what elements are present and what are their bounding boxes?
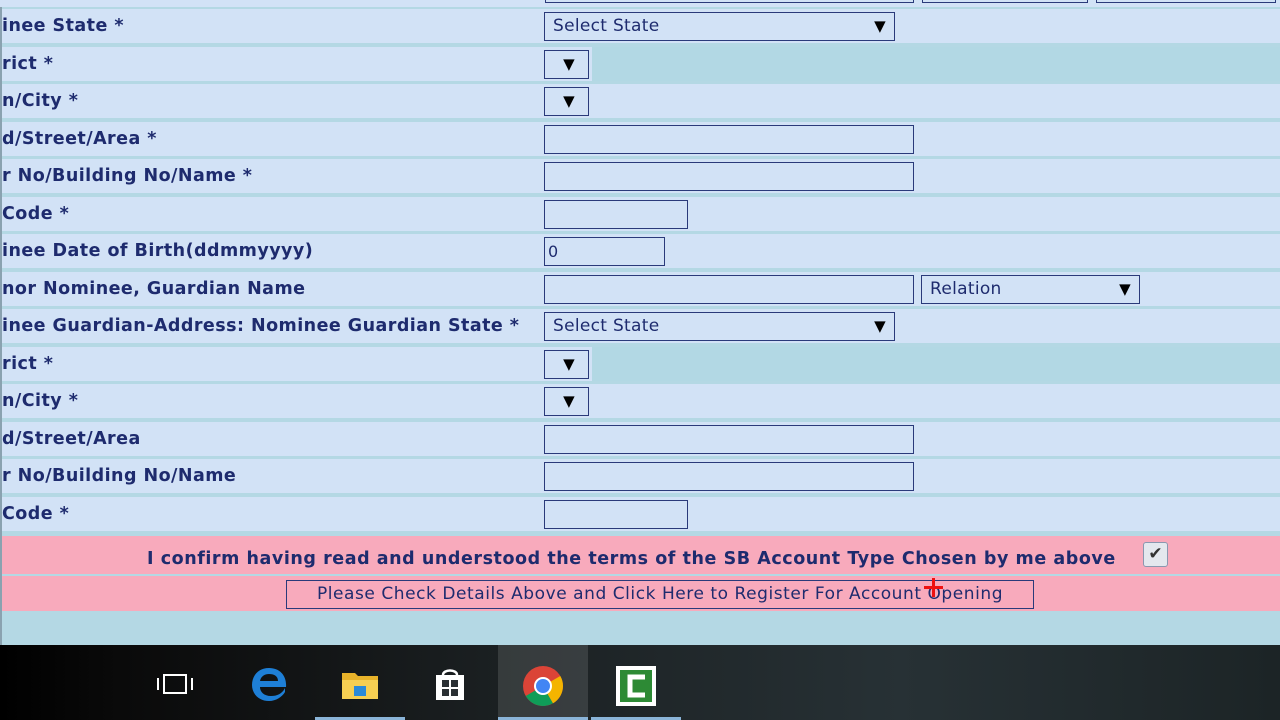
dropdown-arrow-icon: ▼ <box>1119 280 1131 298</box>
pin-code-input[interactable] <box>544 200 688 229</box>
form-row-guardian-name: nor Nominee, Guardian Name Relation ▼ <box>2 272 1280 306</box>
door-building-label: r No/Building No/Name * <box>2 166 253 186</box>
dropdown-arrow-icon: ▼ <box>874 317 886 335</box>
dropdown-arrow-icon: ▼ <box>563 92 575 110</box>
guardian-road-street-area-input[interactable] <box>544 425 914 454</box>
nominee-state-label: inee State * <box>2 16 124 36</box>
form-row-guardian-town-city: n/City * ▼ <box>2 384 1280 418</box>
dropdown-arrow-icon: ▼ <box>563 55 575 73</box>
register-row: Please Check Details Above and Click Her… <box>2 576 1280 611</box>
task-view-icon <box>157 674 193 694</box>
top-partial-row <box>0 0 1280 7</box>
form-row-district: rict * ▼ <box>2 47 1280 81</box>
door-building-input[interactable] <box>544 162 914 191</box>
camtasia-icon <box>616 666 656 706</box>
form-row-guardian-door-building: r No/Building No/Name <box>2 459 1280 493</box>
confirm-row: I confirm having read and understood the… <box>2 536 1280 574</box>
store-button[interactable] <box>405 645 495 720</box>
mouse-cursor-icon <box>924 578 943 597</box>
guardian-district-select[interactable]: ▼ <box>544 350 589 379</box>
road-street-area-label: d/Street/Area * <box>2 129 157 149</box>
road-street-area-input[interactable] <box>544 125 914 154</box>
nominee-dob-input[interactable]: 0 <box>544 237 665 266</box>
town-city-select[interactable]: ▼ <box>544 87 589 116</box>
form-row-road-street-area: d/Street/Area * <box>2 122 1280 156</box>
form-row-guardian-road-street-area: d/Street/Area <box>2 422 1280 456</box>
file-explorer-icon <box>342 673 378 699</box>
guardian-name-input[interactable] <box>544 275 914 304</box>
bank-form-page: inee State * Select State ▼ rict * ▼ n/C… <box>0 0 1280 645</box>
windows-taskbar <box>0 645 1280 720</box>
guardian-town-city-label: n/City * <box>2 391 79 411</box>
guardian-door-building-input[interactable] <box>544 462 914 491</box>
town-city-label: n/City * <box>2 91 79 111</box>
guardian-state-select[interactable]: Select State ▼ <box>544 312 895 341</box>
edge-icon <box>252 668 287 701</box>
dropdown-arrow-icon: ▼ <box>563 355 575 373</box>
guardian-district-label: rict * <box>2 354 54 374</box>
district-select[interactable]: ▼ <box>544 50 589 79</box>
guardian-town-city-select[interactable]: ▼ <box>544 387 589 416</box>
nominee-dob-label: inee Date of Birth(ddmmyyyy) <box>2 241 314 261</box>
select-value: Select State <box>553 16 660 36</box>
nominee-state-select[interactable]: Select State ▼ <box>544 12 895 41</box>
chrome-icon <box>523 666 563 706</box>
relation-select[interactable]: Relation ▼ <box>921 275 1140 304</box>
guardian-name-label: nor Nominee, Guardian Name <box>2 279 306 299</box>
camtasia-button[interactable] <box>591 645 681 720</box>
form-row-nominee-dob: inee Date of Birth(ddmmyyyy) 0 <box>2 234 1280 268</box>
select-value: Relation <box>930 279 1002 299</box>
task-view-button[interactable] <box>130 645 220 720</box>
edge-button[interactable] <box>224 645 314 720</box>
guardian-pin-code-label: Code * <box>2 504 70 524</box>
form-row-guardian-district: rict * ▼ <box>2 347 1280 381</box>
guardian-state-label: inee Guardian-Address: Nominee Guardian … <box>2 316 520 336</box>
chrome-button[interactable] <box>498 645 588 720</box>
confirm-terms-checkbox[interactable]: ✔ <box>1143 542 1168 567</box>
select-value: Select State <box>553 316 660 336</box>
district-label: rict * <box>2 54 54 74</box>
form-row-door-building: r No/Building No/Name * <box>2 159 1280 193</box>
form-row-nominee-state: inee State * Select State ▼ <box>2 9 1280 43</box>
file-explorer-button[interactable] <box>315 645 405 720</box>
partial-input[interactable] <box>545 0 914 3</box>
guardian-pin-code-input[interactable] <box>544 500 688 529</box>
dropdown-arrow-icon: ▼ <box>563 392 575 410</box>
form-row-guardian-state: inee Guardian-Address: Nominee Guardian … <box>2 309 1280 343</box>
form-row-pin-code: Code * <box>2 197 1280 231</box>
partial-input[interactable] <box>1096 0 1276 3</box>
pin-code-label: Code * <box>2 204 70 224</box>
form-row-town-city: n/City * ▼ <box>2 84 1280 118</box>
store-icon <box>436 669 464 700</box>
guardian-road-street-area-label: d/Street/Area <box>2 429 141 449</box>
form-row-guardian-pin-code: Code * <box>2 497 1280 531</box>
partial-input[interactable] <box>922 0 1088 3</box>
dropdown-arrow-icon: ▼ <box>874 17 886 35</box>
guardian-door-building-label: r No/Building No/Name <box>2 466 237 486</box>
register-account-button[interactable]: Please Check Details Above and Click Her… <box>286 580 1034 609</box>
